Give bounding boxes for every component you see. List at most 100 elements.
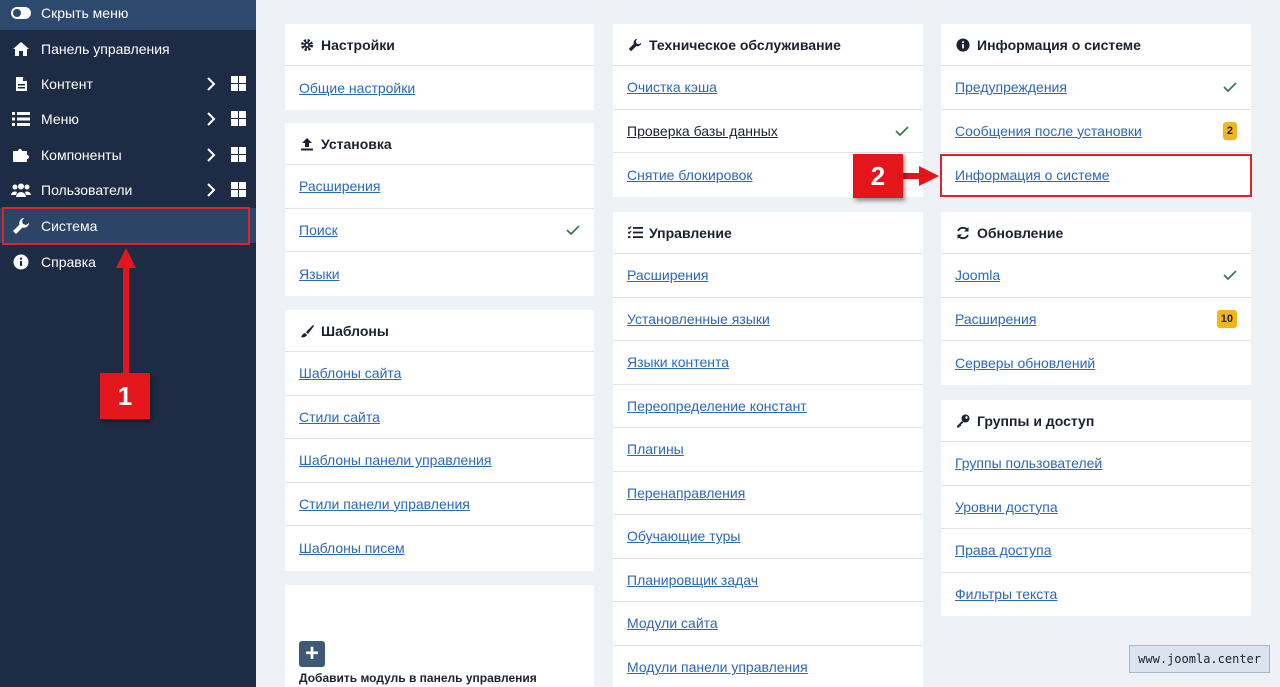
sidebar-item-content[interactable]: Контент (0, 66, 256, 101)
list-item[interactable]: Предупреждения (941, 66, 1251, 110)
list-item[interactable]: Обучающие туры (613, 515, 923, 559)
sidebar-item-dashboard[interactable]: Панель управления (0, 31, 256, 66)
sidebar-item-components[interactable]: Компоненты (0, 137, 256, 172)
list-item[interactable]: Перенаправления (613, 472, 923, 515)
card-title: Настройки (321, 36, 395, 53)
list-item[interactable]: Стили панели управления (285, 483, 594, 526)
card-header: Установка (285, 123, 594, 165)
link-database[interactable]: Проверка базы данных (627, 123, 895, 139)
link-mail-templates[interactable]: Шаблоны писем (299, 540, 580, 556)
list-item[interactable]: Уровни доступа (941, 486, 1251, 529)
link-redirects[interactable]: Перенаправления (627, 485, 909, 501)
link-user-groups[interactable]: Группы пользователей (955, 455, 1237, 471)
list-item[interactable]: Шаблоны панели управления (285, 439, 594, 483)
link-languages[interactable]: Языки (299, 266, 580, 282)
card-header: Настройки (285, 24, 594, 66)
dashboard-grid-icon[interactable] (231, 111, 246, 126)
link-post-install-messages[interactable]: Сообщения после установки (955, 123, 1223, 139)
brush-icon (299, 324, 315, 338)
list-item[interactable]: Планировщик задач (613, 559, 923, 602)
link-installed-languages[interactable]: Установленные языки (627, 311, 909, 327)
check-icon (1223, 82, 1237, 93)
dashboard-grid-icon[interactable] (231, 182, 246, 197)
link-scheduled-tasks[interactable]: Планировщик задач (627, 572, 909, 588)
card-header: Шаблоны (285, 310, 594, 352)
link-manage-extensions[interactable]: Расширения (627, 267, 909, 283)
dashboard-grid-icon[interactable] (231, 147, 246, 162)
list-item[interactable]: Сообщения после установки 2 (941, 110, 1251, 153)
link-plugins[interactable]: Плагины (627, 441, 909, 457)
link-text-filters[interactable]: Фильтры текста (955, 586, 1237, 602)
check-icon (566, 225, 580, 235)
sidebar-item-label: Контент (41, 75, 93, 92)
list-item[interactable]: Серверы обновлений (941, 341, 1251, 385)
chevron-right-icon[interactable] (205, 147, 217, 162)
highlight-system-information (940, 154, 1252, 197)
list-item[interactable]: Шаблоны сайта (285, 352, 594, 396)
chevron-right-icon[interactable] (205, 111, 217, 126)
list-item[interactable]: Языки (285, 252, 594, 296)
sidebar-item-label: Справка (41, 253, 96, 270)
link-extensions[interactable]: Расширения (299, 178, 580, 194)
link-site-modules[interactable]: Модули сайта (627, 615, 909, 631)
chevron-right-icon[interactable] (205, 182, 217, 197)
link-site-templates[interactable]: Шаблоны сайта (299, 365, 580, 381)
link-clear-cache[interactable]: Очистка кэша (627, 79, 909, 95)
link-warnings[interactable]: Предупреждения (955, 79, 1223, 95)
link-guided-tours[interactable]: Обучающие туры (627, 528, 909, 544)
link-admin-styles[interactable]: Стили панели управления (299, 496, 580, 512)
list-item[interactable]: Модули сайта (613, 602, 923, 646)
users-icon (11, 182, 31, 198)
list-item[interactable]: Joomla (941, 254, 1251, 298)
card-title: Управление (649, 224, 732, 241)
list-item[interactable]: Очистка кэша (613, 66, 923, 110)
list-item[interactable]: Поиск (285, 209, 594, 252)
link-joomla-update[interactable]: Joomla (955, 267, 1223, 283)
card-access: Группы и доступ Группы пользователей Уро… (941, 400, 1251, 616)
list-item[interactable]: Права доступа (941, 529, 1251, 573)
list-item[interactable]: Модули панели управления (613, 646, 923, 687)
list-item[interactable]: Расширения (285, 165, 594, 209)
home-icon (11, 41, 31, 57)
list-item[interactable]: Общие настройки (285, 66, 594, 110)
list-item[interactable]: Стили сайта (285, 396, 594, 439)
sidebar-toggle-menu[interactable]: Скрыть меню (0, 0, 256, 30)
link-content-languages[interactable]: Языки контента (627, 354, 909, 370)
link-discover[interactable]: Поиск (299, 222, 566, 238)
list-item[interactable]: Установленные языки (613, 298, 923, 341)
gear-icon (299, 38, 315, 52)
link-admin-templates[interactable]: Шаблоны панели управления (299, 452, 580, 468)
sidebar-item-menus[interactable]: Меню (0, 101, 256, 136)
list-item[interactable]: Языки контента (613, 341, 923, 385)
link-language-overrides[interactable]: Переопределение констант (627, 398, 909, 414)
card-title: Информация о системе (977, 36, 1141, 53)
link-access-levels[interactable]: Уровни доступа (955, 499, 1237, 515)
list-item[interactable]: Переопределение констант (613, 385, 923, 428)
link-extension-updates[interactable]: Расширения (955, 311, 1217, 327)
list-item[interactable]: Расширения (613, 254, 923, 298)
list-item[interactable]: Группы пользователей (941, 442, 1251, 486)
sidebar-item-users[interactable]: Пользователи (0, 172, 256, 207)
list-item[interactable]: Шаблоны писем (285, 526, 594, 570)
step-2-marker: 2 (853, 154, 903, 198)
add-module-button[interactable]: + (299, 641, 325, 667)
key-icon (955, 414, 971, 428)
arrow-up-icon (116, 248, 136, 376)
add-module-label: Добавить модуль в панель управления (299, 671, 537, 685)
info-icon (11, 254, 31, 270)
link-global-config[interactable]: Общие настройки (299, 80, 580, 96)
card-add-module: + Добавить модуль в панель управления (285, 585, 594, 687)
link-admin-modules[interactable]: Модули панели управления (627, 659, 909, 675)
link-update-sites[interactable]: Серверы обновлений (955, 355, 1237, 371)
info-icon (955, 37, 971, 52)
list-item[interactable]: Проверка базы данных (613, 110, 923, 153)
chevron-right-icon[interactable] (205, 76, 217, 91)
link-permissions[interactable]: Права доступа (955, 542, 1237, 558)
list-item[interactable]: Фильтры текста (941, 573, 1251, 617)
list-item[interactable]: Расширения 10 (941, 298, 1251, 341)
link-site-styles[interactable]: Стили сайта (299, 409, 580, 425)
list-item[interactable]: Плагины (613, 428, 923, 472)
dashboard-grid-icon[interactable] (231, 76, 246, 91)
puzzle-icon (11, 147, 31, 163)
watermark: www.joomla.center (1129, 645, 1270, 673)
